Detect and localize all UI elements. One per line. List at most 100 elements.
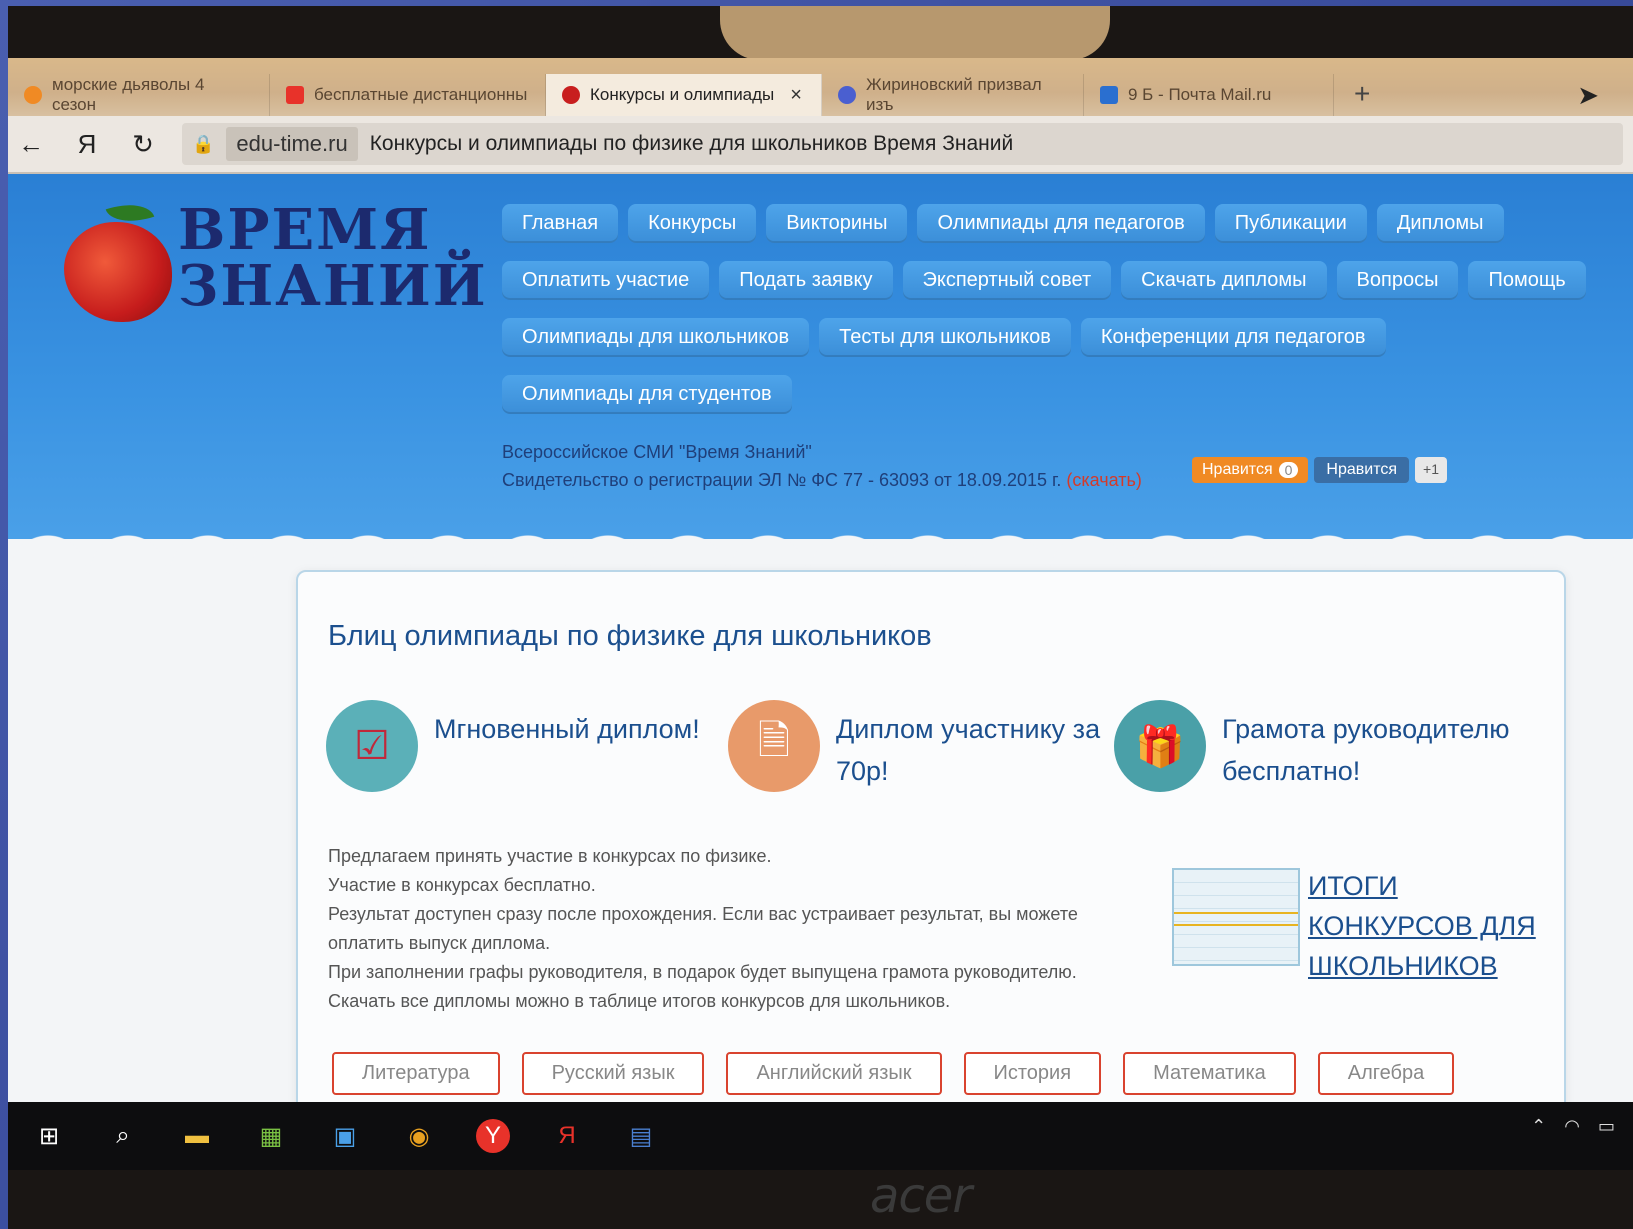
tab-label: Конкурсы и олимпиады — [590, 85, 775, 104]
content-card: Блиц олимпиады по физике для школьников … — [296, 570, 1566, 1130]
photos-icon[interactable]: ▣ — [328, 1119, 362, 1153]
ok-like-count: 0 — [1278, 462, 1299, 478]
lock-icon: 🔒 — [192, 133, 215, 154]
site-logo[interactable]: ВРЕМЯ ЗНАНИЙ — [60, 195, 486, 322]
news-favicon-icon — [838, 86, 856, 104]
menu-item-olimpiady-studentov[interactable]: Олимпиады для студентов — [502, 375, 792, 414]
menu-row-3: Олимпиады для школьников Тесты для школь… — [502, 318, 1602, 357]
chevron-up-icon[interactable]: ⌃ — [1531, 1116, 1546, 1137]
subject-english-button[interactable]: Английский язык — [726, 1052, 942, 1095]
menu-item-testy-shkolnikov[interactable]: Тесты для школьников — [819, 318, 1071, 357]
menu-item-olimpiady-shkolnikov[interactable]: Олимпиады для школьников — [502, 318, 810, 357]
tab-favicon-icon — [24, 86, 42, 104]
tab-yandex-search[interactable]: бесплатные дистанционны — [270, 74, 546, 116]
description-line: Результат доступен сразу после прохожден… — [328, 904, 1078, 953]
tab-label: бесплатные дистанционны — [314, 85, 528, 104]
subject-history-button[interactable]: История — [963, 1052, 1102, 1095]
reload-button[interactable]: ↻ — [126, 129, 160, 160]
menu-item-diplomy[interactable]: Дипломы — [1376, 204, 1504, 243]
tab-mail[interactable]: 9 Б - Почта Mail.ru — [1084, 74, 1334, 116]
media-name: Всероссийское СМИ "Время Знаний" — [502, 442, 812, 462]
menu-item-konferencii[interactable]: Конференции для педагогов — [1080, 318, 1386, 357]
plus-one-button[interactable]: +1 — [1415, 457, 1447, 483]
subject-russian-button[interactable]: Русский язык — [521, 1052, 705, 1095]
battery-icon[interactable]: ▭ — [1598, 1116, 1615, 1137]
yandex-home-button[interactable]: Я — [70, 129, 104, 160]
menu-item-oplatit[interactable]: Оплатить участие — [502, 261, 710, 300]
vk-like-button[interactable]: Нравится — [1314, 457, 1410, 483]
tab-zhirinovsky[interactable]: Жириновский призвал изъ — [822, 74, 1084, 116]
results-link[interactable]: ИТОГИ КОНКУРСОВ ДЛЯ ШКОЛЬНИКОВ — [1308, 866, 1548, 986]
wifi-icon[interactable]: ◠ — [1564, 1116, 1580, 1137]
menu-row-2: Оплатить участие Подать заявку Экспертны… — [502, 261, 1602, 300]
description-line: При заполнении графы руководителя, в под… — [328, 962, 1077, 982]
tab-label: морские дьяволы 4 сезон — [52, 75, 205, 114]
card-title: Блиц олимпиады по физике для школьников — [328, 620, 932, 652]
menu-item-ekspertny-sovet[interactable]: Экспертный совет — [902, 261, 1112, 300]
menu-item-konkursy[interactable]: Конкурсы — [628, 204, 757, 243]
subject-math-button[interactable]: Математика — [1123, 1052, 1296, 1095]
ok-like-label: Нравится — [1202, 461, 1273, 478]
chrome-icon[interactable]: ◉ — [402, 1119, 436, 1153]
social-likes: Нравится 0 Нравится +1 — [1192, 457, 1447, 483]
word-icon[interactable]: ▤ — [624, 1119, 658, 1153]
tab-label: 9 Б - Почта Mail.ru — [1128, 85, 1272, 104]
subject-algebra-button[interactable]: Алгебра — [1317, 1052, 1455, 1095]
screen: морские дьяволы 4 сезон бесплатные диста… — [8, 58, 1633, 1170]
feature-instant-diploma: ☑ Мгновенный диплом! — [326, 700, 714, 792]
mail-favicon-icon — [1100, 86, 1118, 104]
yandex-icon[interactable]: Я — [550, 1119, 584, 1153]
menu-item-publikacii[interactable]: Публикации — [1214, 204, 1367, 243]
feature-text: Диплом участнику за 70р! — [836, 714, 1101, 786]
windows-start-icon[interactable]: ⊞ — [32, 1119, 66, 1153]
yandex-favicon-icon — [286, 86, 304, 104]
system-tray: ⌃ ◠ ▭ — [1531, 1116, 1615, 1137]
menu-item-skachat-diplomy[interactable]: Скачать дипломы — [1121, 261, 1327, 300]
acer-brand-logo: acer — [870, 1168, 972, 1224]
description: Предлагаем принять участие в конкурсах п… — [328, 842, 1148, 1016]
store-icon[interactable]: ▦ — [254, 1119, 288, 1153]
file-explorer-icon[interactable]: ▬ — [180, 1119, 214, 1153]
tab-bar: морские дьяволы 4 сезон бесплатные диста… — [8, 58, 1633, 116]
registration-line: Свидетельство о регистрации ЭЛ № ФС 77 -… — [502, 470, 1142, 491]
menu-item-olimpiady-pedagogov[interactable]: Олимпиады для педагогов — [917, 204, 1205, 243]
url-page-title: Конкурсы и олимпиады по физике для школь… — [369, 132, 1014, 155]
logo-line-2: ЗНАНИЙ — [178, 253, 488, 319]
url-domain: edu-time.ru — [226, 127, 358, 161]
back-button[interactable]: ← — [14, 129, 48, 160]
yandex-browser-icon[interactable]: Y — [476, 1119, 510, 1153]
address-bar: ← Я ↻ 🔒 edu-time.ru Конкурсы и олимпиады… — [8, 116, 1633, 174]
document-icon: 🗎 — [728, 700, 820, 792]
menu-item-glavnaya[interactable]: Главная — [502, 204, 619, 243]
subject-literatura-button[interactable]: Литература — [332, 1052, 500, 1095]
menu-item-podat-zayavku[interactable]: Подать заявку — [719, 261, 893, 300]
cloud-divider — [8, 514, 1633, 574]
subject-buttons: Литература Русский язык Английский язык … — [332, 1052, 1455, 1095]
tab-label: Жириновский призвал изъ — [866, 75, 1042, 114]
feature-diploma-price: 🗎 Диплом участнику за 70р! — [728, 700, 1106, 792]
checkbox-icon: ☑ — [326, 700, 418, 792]
tab-morskie[interactable]: морские дьяволы 4 сезон — [8, 74, 270, 116]
menu-row-4: Олимпиады для студентов — [502, 375, 1602, 414]
apple-favicon-icon — [562, 86, 580, 104]
download-certificate-link[interactable]: (скачать) — [1066, 470, 1142, 490]
description-line: Участие в конкурсах бесплатно. — [328, 875, 596, 895]
results-table-thumbnail[interactable] — [1172, 868, 1300, 966]
search-icon[interactable]: ⌕ — [106, 1119, 140, 1153]
feature-text: Мгновенный диплом! — [434, 714, 700, 744]
menu-item-voprosy[interactable]: Вопросы — [1336, 261, 1459, 300]
close-tab-icon[interactable]: × — [790, 84, 802, 107]
menu-item-pomosch[interactable]: Помощь — [1468, 261, 1586, 300]
registration-text: Свидетельство о регистрации ЭЛ № ФС 77 -… — [502, 470, 1062, 490]
logo-text: ВРЕМЯ ЗНАНИЙ — [178, 202, 488, 314]
ok-like-button[interactable]: Нравится 0 — [1192, 457, 1309, 483]
feature-text: Грамота руководителю бесплатно! — [1222, 714, 1510, 786]
tab-konkursy[interactable]: Конкурсы и олимпиады × — [546, 74, 822, 116]
logo-line-1: ВРЕМЯ — [178, 197, 432, 263]
new-tab-button[interactable]: + — [1334, 78, 1390, 116]
url-field[interactable]: 🔒 edu-time.ru Конкурсы и олимпиады по фи… — [182, 123, 1623, 165]
mouse-cursor-icon: ➤ — [1577, 80, 1599, 110]
site-header: ВРЕМЯ ЗНАНИЙ Главная Конкурсы Викторины … — [8, 174, 1633, 574]
feature-teacher-certificate: 🎁 Грамота руководителю бесплатно! — [1114, 700, 1522, 792]
menu-item-viktoriny[interactable]: Викторины — [766, 204, 908, 243]
